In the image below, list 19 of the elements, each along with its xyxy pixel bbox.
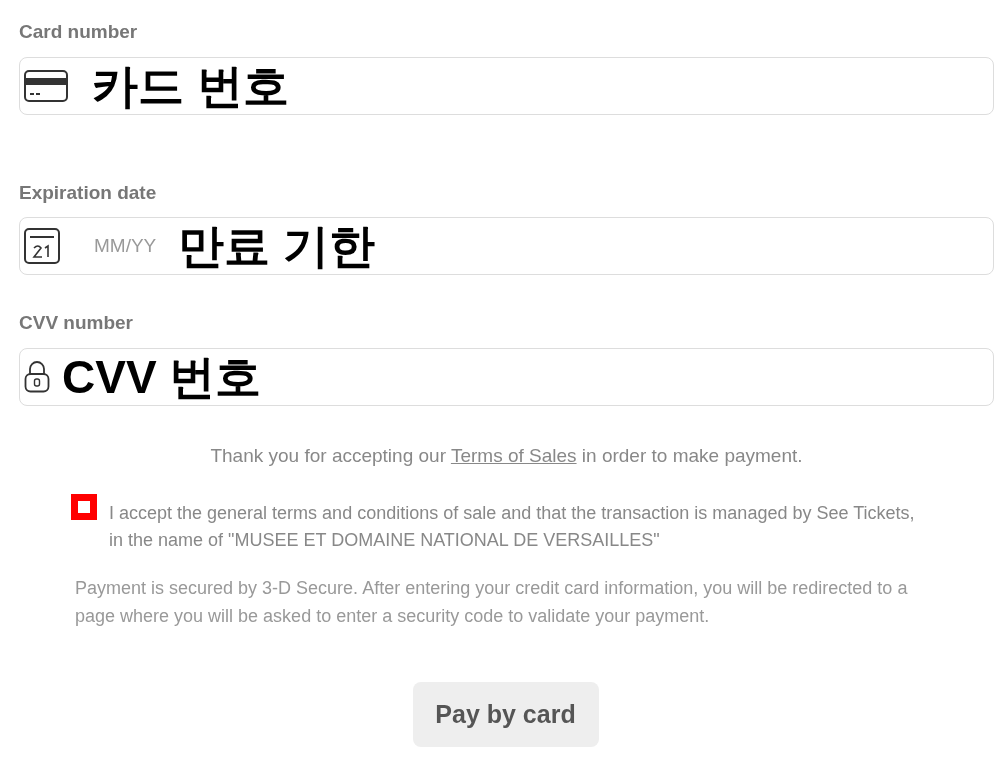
security-note: Payment is secured by 3-D Secure. After entering your credit card information, you will be redirected to a page where you will be asked to enter a security code to validate your payment.	[75, 577, 909, 628]
input-field[interactable]: CVV 번호	[19, 347, 994, 406]
lock-icon	[24, 360, 50, 393]
checkbox-label: I accept the general terms and conditions of sale and that the transaction is managed by See Tickets, in the name of "MUSEE ET DOMAINE NATIONAL DE VERSAILLES"	[109, 502, 916, 552]
field-label: CVV number	[19, 311, 135, 335]
notice-text: Thank you for accepting our Terms of Sales in order to make payment.	[209, 443, 804, 468]
field-annotation: CVV 번호	[62, 353, 262, 400]
field-annotation: 만료 기한	[178, 223, 375, 269]
pay-button[interactable]: Pay by card	[412, 682, 599, 747]
field-label: Card number	[19, 20, 139, 44]
field-label: Expiration date	[19, 180, 158, 205]
input-field[interactable]: MM/YY 만료 기한	[19, 217, 994, 275]
checkbox[interactable]	[71, 494, 97, 520]
calendar-icon	[24, 228, 60, 264]
date-input[interactable]: MM/YY	[94, 231, 166, 261]
field-annotation: 카드 번호	[92, 62, 289, 109]
input-field[interactable]: 카드 번호	[19, 56, 994, 115]
terms-link[interactable]: Terms of Sales	[450, 444, 577, 466]
credit-card-icon	[24, 69, 68, 102]
